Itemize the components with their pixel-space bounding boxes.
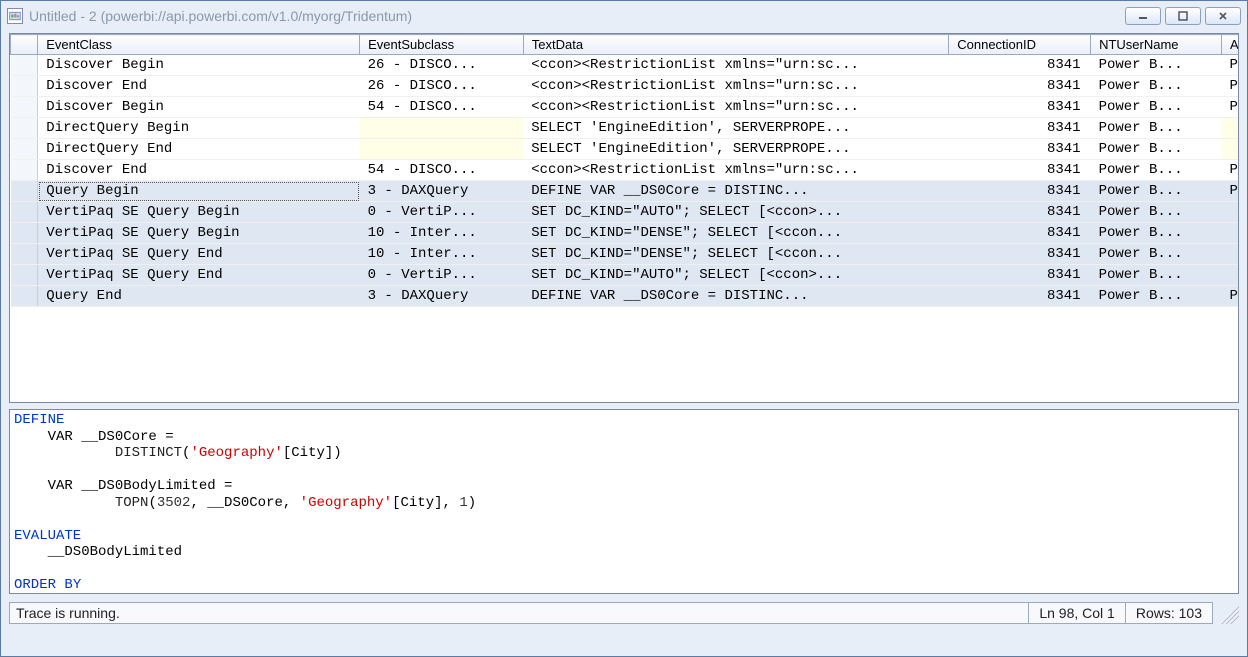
row-selector-header[interactable]: [11, 35, 38, 55]
trace-grid-panel: EventClass EventSubclass TextData Connec…: [9, 33, 1239, 403]
col-ntusername[interactable]: NTUserName: [1091, 35, 1222, 55]
table-row[interactable]: Query End3 - DAXQueryDEFINE VAR __DS0Cor…: [11, 286, 1239, 307]
table-row[interactable]: DirectQuery Begin SELECT 'EngineEdition'…: [11, 118, 1239, 139]
app-window: Untitled - 2 (powerbi://api.powerbi.com/…: [0, 0, 1248, 657]
app-icon: [7, 8, 23, 24]
table-row[interactable]: VertiPaq SE Query Begin0 - VertiP...SET …: [11, 202, 1239, 223]
table-row[interactable]: Discover End26 - DISCO...<ccon><Restrict…: [11, 76, 1239, 97]
table-row[interactable]: VertiPaq SE Query Begin10 - Inter...SET …: [11, 223, 1239, 244]
window-controls: [1125, 7, 1241, 25]
col-eventclass[interactable]: EventClass: [38, 35, 360, 55]
maximize-button[interactable]: [1165, 7, 1201, 25]
minimize-button[interactable]: [1125, 7, 1161, 25]
trace-grid[interactable]: EventClass EventSubclass TextData Connec…: [10, 34, 1238, 307]
status-rows: Rows: 103: [1125, 602, 1213, 624]
title-bar[interactable]: Untitled - 2 (powerbi://api.powerbi.com/…: [1, 1, 1247, 31]
status-position: Ln 98, Col 1: [1028, 602, 1126, 624]
table-row[interactable]: Discover Begin26 - DISCO...<ccon><Restri…: [11, 55, 1239, 76]
trace-grid-scroll[interactable]: EventClass EventSubclass TextData Connec…: [10, 34, 1238, 402]
status-bar: Trace is running. Ln 98, Col 1 Rows: 103: [9, 600, 1239, 626]
resize-grip[interactable]: [1217, 602, 1239, 624]
table-row[interactable]: VertiPaq SE Query End0 - VertiP...SET DC…: [11, 265, 1239, 286]
col-textdata[interactable]: TextData: [523, 35, 949, 55]
table-row[interactable]: Query Begin3 - DAXQueryDEFINE VAR __DS0C…: [11, 181, 1239, 202]
table-row[interactable]: VertiPaq SE Query End10 - Inter...SET DC…: [11, 244, 1239, 265]
close-button[interactable]: [1205, 7, 1241, 25]
col-eventsubclass[interactable]: EventSubclass: [360, 35, 524, 55]
table-row[interactable]: Discover End54 - DISCO...<ccon><Restrict…: [11, 160, 1239, 181]
window-title: Untitled - 2 (powerbi://api.powerbi.com/…: [29, 8, 1125, 24]
col-connectionid[interactable]: ConnectionID: [949, 35, 1091, 55]
query-text-panel[interactable]: DEFINE VAR __DS0Core = DISTINCT('Geograp…: [9, 409, 1239, 594]
content-area: EventClass EventSubclass TextData Connec…: [1, 31, 1247, 656]
status-message: Trace is running.: [9, 602, 1029, 624]
table-row[interactable]: DirectQuery End SELECT 'EngineEdition', …: [11, 139, 1239, 160]
table-row[interactable]: Discover Begin54 - DISCO...<ccon><Restri…: [11, 97, 1239, 118]
col-applicationname[interactable]: Application: [1222, 35, 1239, 55]
grid-header-row: EventClass EventSubclass TextData Connec…: [11, 35, 1239, 55]
